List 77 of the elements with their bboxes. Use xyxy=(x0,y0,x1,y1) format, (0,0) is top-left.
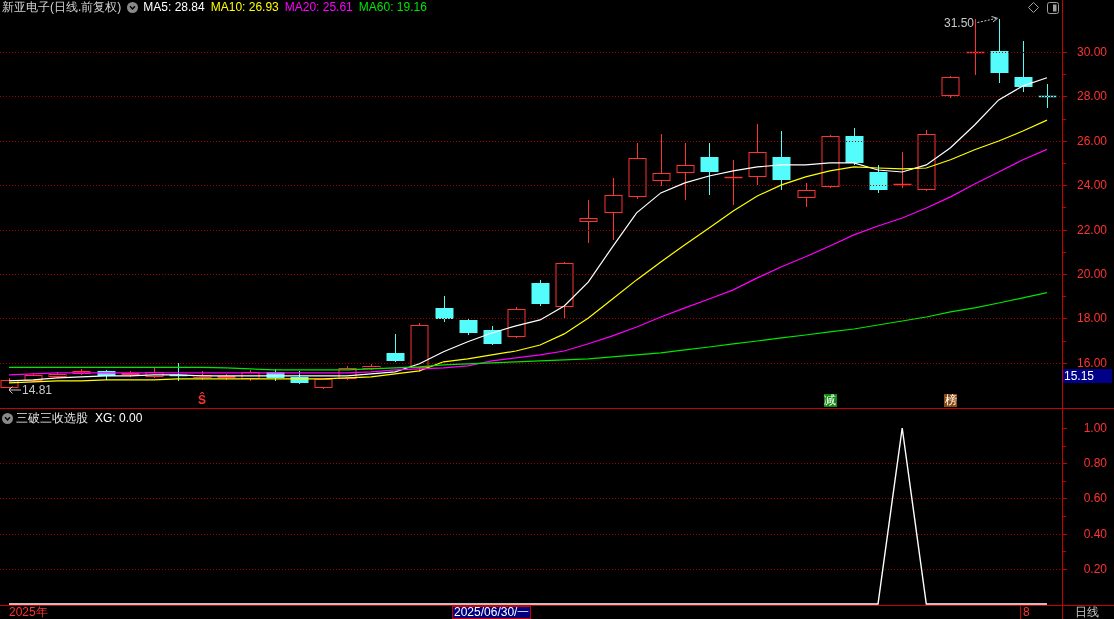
candlestick xyxy=(700,142,719,196)
candlestick xyxy=(676,142,695,201)
candlestick xyxy=(97,369,116,381)
candlestick xyxy=(917,129,936,192)
candlestick xyxy=(507,306,526,339)
candlestick xyxy=(531,279,550,307)
candlestick xyxy=(1037,83,1058,109)
candlestick xyxy=(579,199,598,244)
indicator-axis-label: 0.40 xyxy=(1083,527,1107,540)
price-low-label: 14.81 xyxy=(22,383,53,397)
time-axis-label: 2025年 xyxy=(9,606,48,619)
candlestick xyxy=(435,295,454,323)
price-axis-label: 26.00 xyxy=(1076,134,1107,147)
candlestick xyxy=(459,317,478,336)
candlestick xyxy=(748,123,767,186)
indicator-axis-label: 1.00 xyxy=(1083,422,1107,434)
candlestick xyxy=(652,133,671,187)
candlestick xyxy=(604,177,623,241)
indicator-axis-label: 0.80 xyxy=(1083,457,1107,470)
candlestick xyxy=(72,368,91,376)
diamond-icon[interactable] xyxy=(1028,2,1039,13)
candlestick xyxy=(821,134,840,189)
candlestick xyxy=(941,75,960,99)
pointer-arrow xyxy=(977,16,998,24)
ma-legend-label: MA60: 19.16 xyxy=(358,0,427,14)
panel-toggle-icon[interactable] xyxy=(1047,2,1059,14)
price-tag: 15.15 xyxy=(1063,369,1112,383)
candlestick xyxy=(555,261,574,319)
candlestick xyxy=(338,365,357,381)
candlestick xyxy=(145,366,164,379)
candlestick xyxy=(193,370,212,381)
ma-legend-label: MA10: 26.93 xyxy=(210,0,279,14)
price-axis-label: 16.00 xyxy=(1076,356,1107,369)
period-label: 日线 xyxy=(1075,606,1100,619)
candlestick xyxy=(797,182,816,208)
indicator-value: XG: 0.00 xyxy=(95,411,143,425)
price-axis-label: 24.00 xyxy=(1076,179,1107,192)
indicator-name: 三破三收选股 xyxy=(16,411,88,425)
candlestick xyxy=(121,370,140,378)
price-axis-label: 20.00 xyxy=(1076,267,1107,280)
candlestick xyxy=(386,333,405,363)
price-high-label: 31.50 xyxy=(944,16,975,30)
candlestick xyxy=(217,373,236,381)
signal-mark: Ŝ xyxy=(198,393,207,408)
candlestick xyxy=(723,159,744,206)
pointer-arrow xyxy=(8,386,21,394)
time-axis-label: 8 xyxy=(1023,606,1030,619)
stock-title: 新亚电子(日线.前复权) xyxy=(2,0,122,14)
signal-tag: 榜 xyxy=(944,394,958,407)
price-axis-label: 30.00 xyxy=(1076,45,1107,58)
price-axis-label: 28.00 xyxy=(1076,90,1107,103)
ma-legend-label: MA20: 25.61 xyxy=(284,0,353,14)
candlestick xyxy=(266,368,285,382)
candlestick xyxy=(772,130,791,191)
candlestick xyxy=(628,142,647,200)
candlestick xyxy=(241,369,260,382)
signal-tag: 减 xyxy=(823,394,837,407)
candlestick xyxy=(845,127,864,166)
price-axis-label: 18.00 xyxy=(1076,312,1107,325)
candlestick xyxy=(990,18,1009,84)
candlestick xyxy=(483,325,502,346)
candlestick xyxy=(24,372,43,383)
candlestick xyxy=(1014,40,1033,93)
candlestick xyxy=(362,363,381,371)
indicator-axis-label: 0.60 xyxy=(1083,492,1107,505)
candlestick xyxy=(48,371,67,379)
candlestick xyxy=(314,378,333,390)
cursor-date-label: 2025/06/30/一 xyxy=(452,606,532,619)
price-axis-label: 22.00 xyxy=(1076,223,1107,236)
ma-legend-label: MA5: 28.84 xyxy=(143,0,205,14)
candlestick xyxy=(290,370,309,385)
candlestick xyxy=(869,164,888,194)
candlestick xyxy=(0,377,19,391)
indicator-axis-label: 0.20 xyxy=(1083,562,1107,575)
candlestick xyxy=(892,151,913,189)
chevron-down-icon[interactable] xyxy=(2,412,13,424)
chevron-down-icon[interactable] xyxy=(127,1,139,13)
